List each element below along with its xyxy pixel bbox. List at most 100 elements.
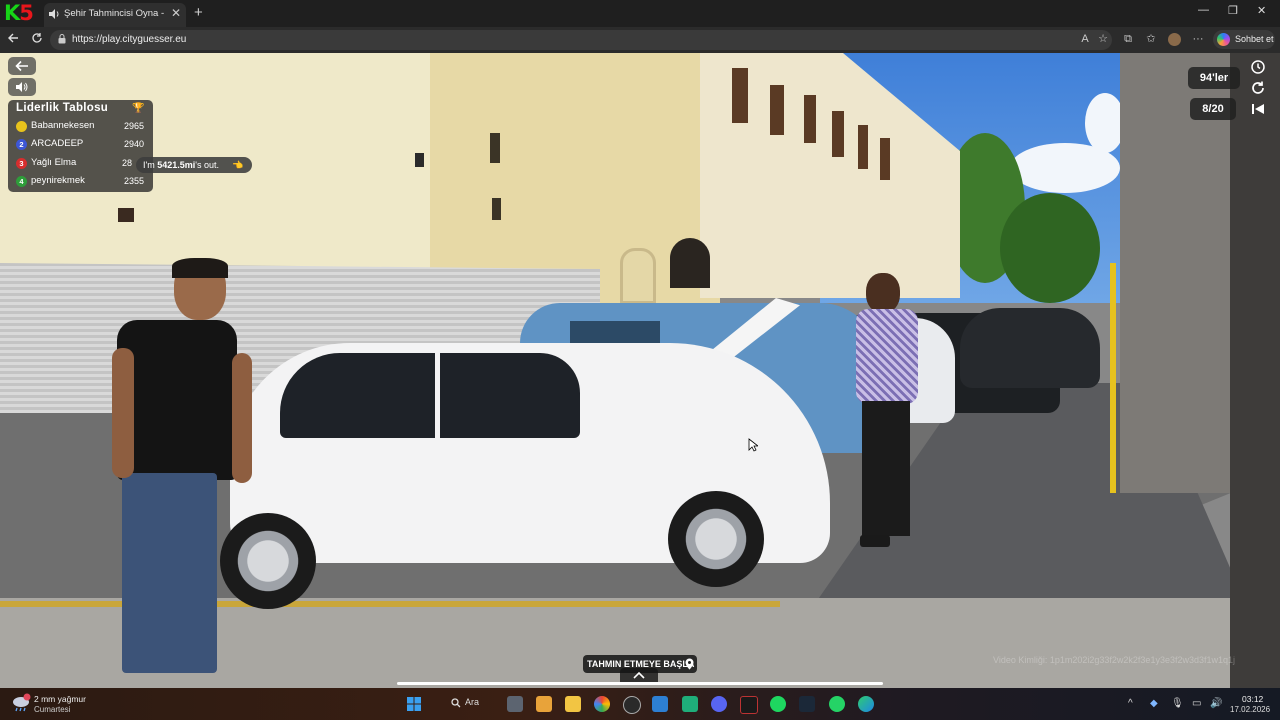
parked-car-dark (960, 308, 1100, 388)
chevron-up-icon[interactable]: ^ (1128, 698, 1133, 709)
yellow-post (1110, 263, 1116, 493)
edge-icon[interactable] (858, 696, 874, 712)
person-black-shirt (112, 258, 262, 678)
person-checked-shirt (848, 273, 928, 553)
car-window (440, 353, 580, 438)
app-icon[interactable] (682, 696, 698, 712)
video-id-label: Video Kimliği: 1p1m202i2g33f2w2k2f3e1y3e… (993, 655, 1236, 665)
photos-icon[interactable] (652, 696, 668, 712)
spotify-icon[interactable] (770, 696, 786, 712)
player-score: 2965 (123, 121, 144, 131)
cloud (1085, 93, 1125, 153)
translate-icon[interactable]: A (1078, 32, 1092, 46)
weather-rain-icon[interactable] (10, 693, 32, 713)
timer-icon[interactable] (1250, 59, 1266, 75)
street-view-panorama[interactable] (0, 53, 1280, 688)
car-window (280, 353, 435, 438)
close-window-button[interactable]: ✕ (1257, 4, 1266, 17)
search-label[interactable]: Ara (465, 697, 479, 707)
volume-icon (16, 82, 28, 92)
skip-back-icon[interactable] (1250, 101, 1266, 117)
sound-button[interactable] (8, 78, 36, 96)
back-icon[interactable] (7, 32, 19, 44)
more-menu-icon[interactable]: ··· (1191, 32, 1205, 46)
display-icon[interactable]: ▭ (1192, 698, 1201, 709)
new-tab-button[interactable]: + (194, 4, 203, 21)
building-window (118, 208, 134, 222)
search-icon[interactable] (451, 698, 461, 708)
chevron-up-icon (633, 671, 645, 679)
url-field[interactable]: https://play.cityguesser.eu (50, 30, 1112, 50)
hand-icon: 👈 (232, 160, 244, 170)
player-score: 2355 (123, 176, 144, 186)
url-text: https://play.cityguesser.eu (72, 34, 187, 45)
windows-start-icon[interactable] (406, 696, 422, 712)
reload-icon[interactable] (31, 32, 43, 44)
k5-logo: K5 (4, 2, 44, 24)
favorite-star-icon[interactable]: ☆ (1096, 32, 1110, 46)
back-button[interactable] (8, 57, 36, 75)
player-score: 2940 (123, 139, 144, 149)
logo-5: 5 (19, 1, 34, 25)
chrome-icon[interactable] (594, 696, 610, 712)
building-window (804, 95, 816, 143)
arrow-left-icon (15, 60, 28, 72)
building-window (832, 111, 844, 157)
player-name: Yağlı Elma (31, 157, 77, 168)
obs-icon[interactable] (623, 696, 641, 714)
arch (620, 248, 656, 304)
player-score: 28 (121, 158, 132, 168)
active-tab[interactable]: Şehir Tahmincisi Oyna - Dünya ✕ (44, 3, 186, 27)
clock-date[interactable]: 17.02.2026 (1230, 705, 1270, 714)
speaker-icon[interactable] (48, 8, 60, 20)
building-window (770, 85, 784, 135)
building-window (490, 133, 500, 163)
reset-icon[interactable] (1250, 80, 1266, 96)
copilot-chat-button[interactable]: Sohbet et (1213, 30, 1275, 49)
network-app-icon[interactable]: ◆ (1150, 698, 1158, 709)
tab-title: Şehir Tahmincisi Oyna - Dünya (64, 8, 164, 19)
task-view-icon[interactable] (507, 696, 523, 712)
car-wheel (668, 491, 764, 587)
clock-time[interactable]: 03:12 (1242, 694, 1263, 704)
leaderboard-row: 2 ARCADEEP 2940 (14, 136, 150, 153)
chat-bubble: I'm 5421.5mi's out. 👈 (136, 157, 252, 173)
extensions-icon[interactable]: ⧉ (1121, 32, 1135, 46)
discord-icon[interactable] (711, 696, 727, 712)
arcade-column (1230, 53, 1280, 688)
building-window (732, 68, 748, 123)
steam-icon[interactable] (799, 696, 815, 712)
player-name: peynirekmek (31, 175, 85, 186)
windows-taskbar: 2 mm yağmur Cumartesi Ara ^ ◆ 🎙 ▭ 🔊 03:1… (0, 688, 1280, 720)
building-window (858, 125, 868, 169)
minimize-button[interactable]: — (1198, 4, 1209, 16)
weather-text: 2 mm yağmur (34, 694, 86, 704)
copilot-label: Sohbet et (1235, 34, 1274, 44)
copilot-icon (1217, 33, 1230, 46)
browser-tab-bar: K5 Şehir Tahmincisi Oyna - Dünya ✕ + — ❐… (0, 0, 1280, 27)
weather-day: Cumartesi (34, 705, 71, 714)
volume-icon[interactable]: 🔊 (1210, 698, 1222, 709)
map-pin-icon (685, 658, 694, 670)
microphone-icon[interactable]: 🎙 (1171, 698, 1184, 709)
site-info-icon[interactable] (58, 34, 66, 44)
rank-badge: 3 (16, 158, 27, 169)
rank-badge: 2 (16, 139, 27, 150)
logo-k: K (4, 1, 20, 25)
widgets-icon[interactable] (536, 696, 552, 712)
decade-badge: 94'ler (1188, 67, 1240, 89)
video-progress-bar[interactable] (397, 682, 883, 685)
whatsapp-icon[interactable] (829, 696, 845, 712)
app-icon[interactable] (740, 696, 758, 714)
tab-close-icon[interactable]: ✕ (171, 6, 181, 20)
building-window (492, 198, 501, 220)
expand-map-button[interactable] (620, 668, 658, 682)
profile-avatar[interactable] (1168, 33, 1181, 46)
maximize-button[interactable]: ❐ (1228, 4, 1238, 17)
leaderboard-row: 3 Yağlı Elma 28 (14, 155, 150, 172)
player-name: Babannekesen (31, 120, 95, 131)
file-explorer-icon[interactable] (565, 696, 581, 712)
favorites-icon[interactable]: ✩ (1144, 32, 1158, 46)
arch (670, 238, 710, 288)
player-name: ARCADEEP (31, 138, 84, 149)
